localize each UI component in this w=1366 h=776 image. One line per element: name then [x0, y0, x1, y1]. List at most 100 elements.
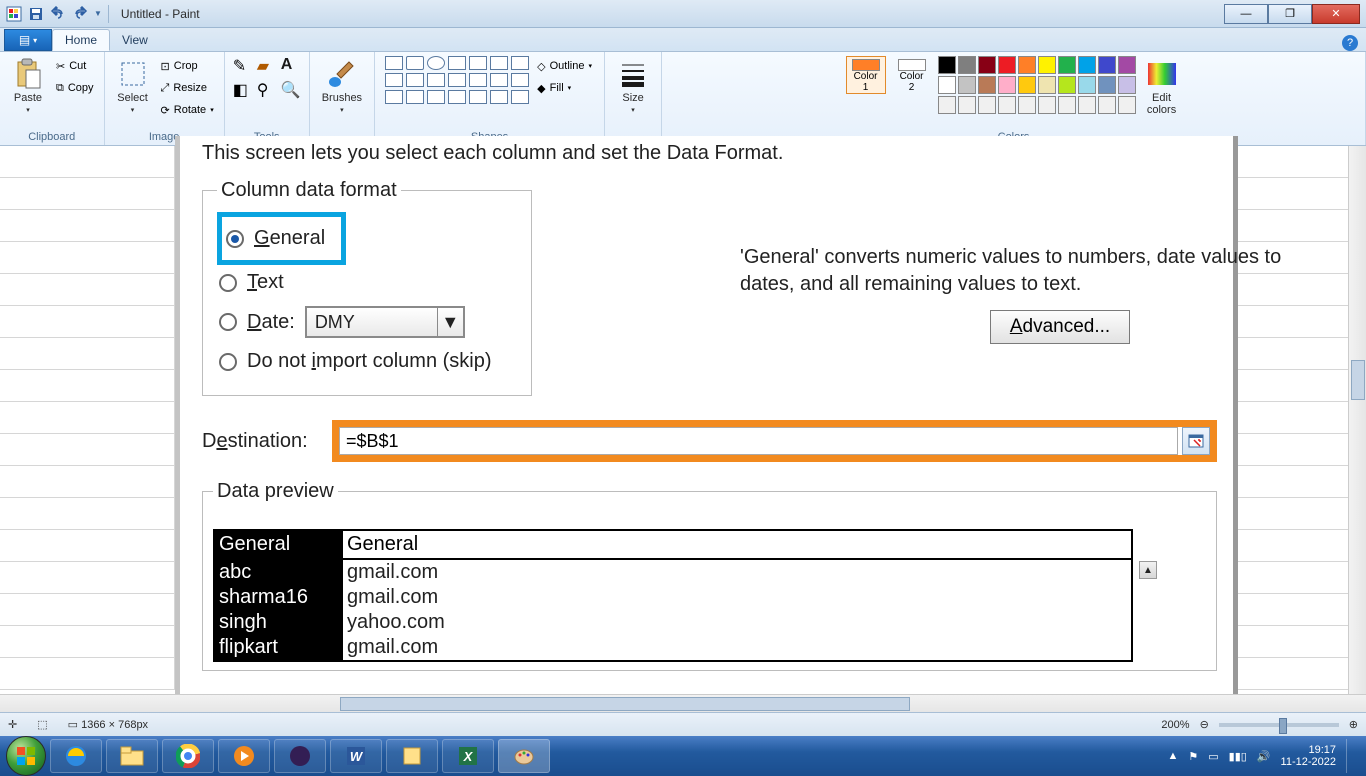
undo-icon[interactable] [50, 6, 66, 22]
paste-button[interactable]: Paste▾ [8, 56, 48, 116]
eraser-tool-icon[interactable]: ◧ [233, 80, 253, 100]
color-swatch[interactable] [1018, 76, 1036, 94]
color-swatch[interactable] [978, 56, 996, 74]
color-swatch[interactable] [1058, 76, 1076, 94]
color-swatch[interactable] [1118, 76, 1136, 94]
pencil-tool-icon[interactable]: ✎ [233, 56, 253, 76]
date-format-combo[interactable]: DMY▼ [305, 306, 465, 338]
tray-clock[interactable]: 19:1711-12-2022 [1281, 744, 1336, 768]
help-icon[interactable]: ? [1342, 35, 1358, 51]
shapes-gallery[interactable] [385, 56, 529, 104]
cut-button[interactable]: ✂Cut [54, 56, 96, 76]
close-button[interactable]: ✕ [1312, 4, 1360, 24]
color-swatch[interactable] [1118, 56, 1136, 74]
color-swatch[interactable] [1098, 76, 1116, 94]
color-swatch[interactable] [938, 96, 956, 114]
destination-row: Destination: [202, 420, 1217, 462]
edit-colors-button[interactable]: Edit colors [1142, 56, 1182, 118]
crop-button[interactable]: ⊡Crop [159, 56, 216, 76]
tab-home[interactable]: Home [52, 29, 110, 51]
color-swatch[interactable] [1038, 56, 1056, 74]
magnifier-tool-icon[interactable]: 🔍 [281, 80, 301, 100]
preview-row[interactable]: flipkartgmail.com [215, 635, 1131, 660]
size-button[interactable]: Size▾ [613, 56, 653, 116]
tray-flag-icon[interactable]: ⚑ [1188, 750, 1198, 763]
preview-table[interactable]: GeneralGeneral abcgmail.comsharma16gmail… [213, 529, 1133, 662]
preview-row[interactable]: abcgmail.com [215, 560, 1131, 585]
zoom-in-button[interactable]: ⊕ [1349, 718, 1358, 731]
color-swatch[interactable] [1078, 96, 1096, 114]
preview-scroll-up-icon[interactable]: ▲ [1139, 561, 1157, 579]
picker-tool-icon[interactable]: ⚲ [257, 80, 277, 100]
zoom-out-button[interactable]: ⊖ [1200, 718, 1209, 731]
tray-lang-icon[interactable]: ▭ [1208, 750, 1218, 763]
vertical-scrollbar[interactable] [1348, 146, 1366, 694]
rotate-button[interactable]: ⟳Rotate ▾ [159, 100, 216, 120]
color-swatch[interactable] [978, 96, 996, 114]
color-swatch[interactable] [958, 56, 976, 74]
tray-network-icon[interactable]: ▮▮▯ [1229, 750, 1247, 763]
paint-app-icon [6, 6, 22, 22]
fill-icon: ◆ [537, 82, 545, 95]
crop-icon: ⊡ [161, 60, 170, 73]
color2-button[interactable]: Color 2 [892, 56, 932, 94]
start-button[interactable] [6, 736, 46, 776]
radio-skip[interactable]: Do not import column (skip) [217, 344, 517, 379]
destination-highlight [332, 420, 1217, 462]
tray-show-hidden-icon[interactable]: ▲ [1168, 750, 1179, 762]
color-swatch[interactable] [1038, 76, 1056, 94]
text-tool-icon[interactable]: A [281, 56, 301, 76]
file-menu-button[interactable]: ▤▾ [4, 29, 52, 51]
radio-general[interactable]: General [224, 221, 327, 256]
scrollbar-thumb[interactable] [340, 697, 910, 711]
preview-row[interactable]: singhyahoo.com [215, 610, 1131, 635]
radio-text[interactable]: Text [217, 265, 517, 300]
size-icon [617, 58, 649, 90]
color-swatch[interactable] [938, 56, 956, 74]
save-icon[interactable] [28, 6, 44, 22]
bucket-tool-icon[interactable]: ▰ [257, 56, 277, 76]
range-picker-button[interactable] [1182, 427, 1210, 455]
tab-view[interactable]: View [110, 29, 160, 51]
brushes-button[interactable]: Brushes▾ [318, 56, 366, 116]
zoom-slider[interactable] [1219, 723, 1339, 727]
color-swatch[interactable] [958, 76, 976, 94]
color-swatch[interactable] [998, 96, 1016, 114]
select-button[interactable]: Select▾ [113, 56, 153, 116]
qat-dropdown-icon[interactable]: ▼ [94, 9, 102, 18]
color-swatch[interactable] [938, 76, 956, 94]
advanced-button[interactable]: Advanced... [990, 310, 1130, 344]
color-swatch[interactable] [998, 56, 1016, 74]
color-swatch[interactable] [1118, 96, 1136, 114]
radio-date[interactable]: Date: DMY▼ [217, 300, 517, 344]
color1-button[interactable]: Color 1 [846, 56, 886, 94]
color-swatch[interactable] [1058, 56, 1076, 74]
color-swatch[interactable] [1018, 96, 1036, 114]
color-swatch[interactable] [1018, 56, 1036, 74]
maximize-button[interactable]: ❐ [1268, 4, 1312, 24]
window-buttons: — ❐ ✕ [1224, 4, 1360, 24]
tray-volume-icon[interactable]: 🔊 [1257, 750, 1271, 763]
color-swatch[interactable] [1078, 56, 1096, 74]
resize-button[interactable]: ⤢Resize [159, 78, 216, 98]
color-swatch[interactable] [958, 96, 976, 114]
color-swatch[interactable] [978, 76, 996, 94]
color-swatch[interactable] [1078, 76, 1096, 94]
destination-input[interactable] [339, 427, 1178, 455]
color-swatch[interactable] [1098, 56, 1116, 74]
preview-row[interactable]: sharma16gmail.com [215, 585, 1131, 610]
color-swatch[interactable] [1058, 96, 1076, 114]
outline-button[interactable]: ◇Outline ▾ [535, 56, 594, 76]
color-palette[interactable] [938, 56, 1136, 114]
quick-access-toolbar: ▼ [6, 6, 102, 22]
taskbar: W X ▲ ⚑ ▭ ▮▮▯ 🔊 19:1711-12-2022 [0, 736, 1366, 776]
horizontal-scrollbar[interactable] [0, 694, 1366, 712]
color-swatch[interactable] [1038, 96, 1056, 114]
copy-button[interactable]: ⧉Copy [54, 78, 96, 98]
redo-icon[interactable] [72, 6, 88, 22]
scrollbar-thumb[interactable] [1351, 360, 1365, 400]
fill-button[interactable]: ◆Fill ▾ [535, 78, 594, 98]
color-swatch[interactable] [998, 76, 1016, 94]
minimize-button[interactable]: — [1224, 4, 1268, 24]
color-swatch[interactable] [1098, 96, 1116, 114]
